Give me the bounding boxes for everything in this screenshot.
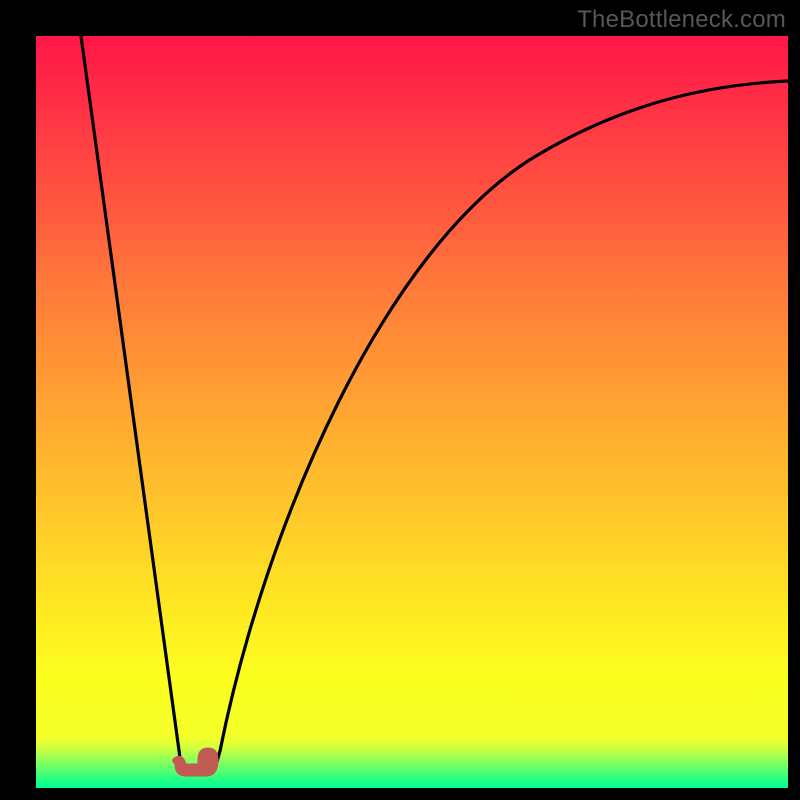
bottleneck-curve [36,36,788,788]
plot-area [36,36,788,788]
attribution-text: TheBottleneck.com [577,6,786,34]
curve-path [81,36,788,773]
chart-frame: TheBottleneck.com [0,0,800,800]
